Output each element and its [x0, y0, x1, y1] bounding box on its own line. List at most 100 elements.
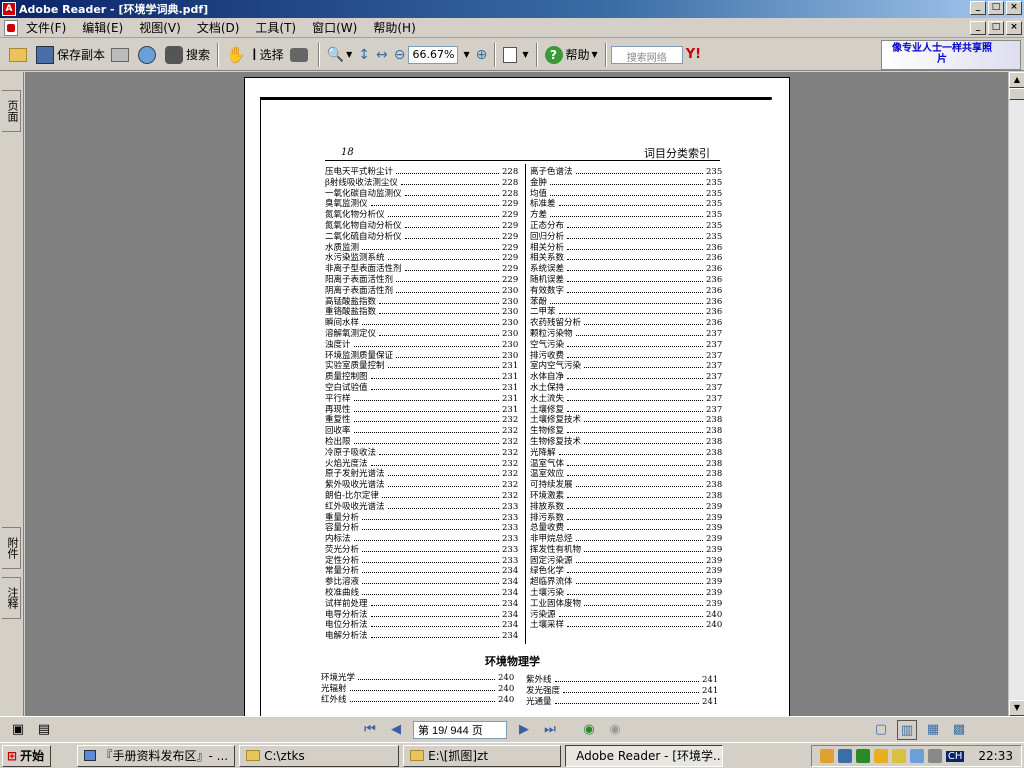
help-button[interactable]: ? 帮助 ▼	[542, 42, 601, 68]
snapshot-button[interactable]	[287, 42, 314, 68]
doc-minimize-button[interactable]: _	[970, 21, 986, 35]
leader-dots	[558, 200, 703, 207]
status-bar: ▣ ▤ ⏮ ◀ ▶ ⏭ ◉ ◉ ▢ ▥ ▦ ▩	[0, 716, 1024, 742]
leader-dots	[567, 373, 703, 380]
print-button[interactable]	[108, 42, 135, 68]
go-forward-button[interactable]: ◉	[605, 720, 625, 740]
tab-attachments[interactable]: 附件	[2, 527, 21, 569]
title-bar: A Adobe Reader - [环境学词典.pdf] _ □ ×	[0, 0, 1024, 18]
document-menu-icon[interactable]	[4, 19, 18, 36]
index-entry: 容量分析 233	[325, 523, 518, 534]
fit-width-button[interactable]: ↔	[373, 42, 391, 68]
maximize-button[interactable]: □	[988, 1, 1004, 15]
first-page-button[interactable]: ⏮	[360, 720, 380, 740]
leader-dots	[584, 416, 703, 423]
toolbar-separator	[535, 42, 538, 67]
index-page: 239	[706, 577, 723, 588]
fit-width-icon: ↔	[376, 46, 388, 63]
menu-tools[interactable]: 工具(T)	[247, 19, 304, 36]
menu-view[interactable]: 视图(V)	[131, 19, 189, 36]
minimize-button[interactable]: _	[970, 1, 986, 15]
zoom-in-tool-button[interactable]: 🔍 ▼	[324, 42, 356, 68]
leader-dots	[349, 685, 495, 691]
single-page-view-button[interactable]: ▢	[871, 720, 891, 740]
task-button-ie[interactable]: 『手册资料发布区』- ...	[77, 744, 236, 767]
index-entry: 发光强度 241	[526, 686, 718, 697]
zoom-dropdown-button[interactable]: ▼	[458, 42, 472, 68]
index-term: 相关系数	[530, 253, 565, 264]
save-copy-button[interactable]: 保存副本	[33, 42, 108, 68]
index-entry: 定性分析 233	[325, 556, 518, 567]
open-button[interactable]	[6, 42, 33, 68]
menu-window[interactable]: 窗口(W)	[304, 19, 365, 36]
task-button-ztks[interactable]: C:\ztks	[239, 744, 400, 767]
leader-dots	[387, 503, 499, 509]
tray-network-icon[interactable]	[855, 749, 870, 763]
continuous-facing-view-button[interactable]: ▩	[949, 720, 969, 740]
menu-file[interactable]: 文件(F)	[18, 19, 74, 36]
previous-page-button[interactable]: ◀	[386, 720, 406, 740]
tray-volume-icon[interactable]	[927, 749, 942, 763]
document-view[interactable]: 18 词目分类索引 压电天平式粉尘计 228 β射线吸收法测尘仪 228 一氧化碳自动监…	[25, 72, 1008, 716]
email-button[interactable]	[135, 42, 162, 68]
page-size-icon[interactable]: ▤	[34, 720, 54, 740]
index-term: 系统误差	[530, 264, 565, 275]
index-page: 236	[706, 307, 723, 318]
task-button-adobe-reader[interactable]: Adobe Reader - [环境学...	[565, 744, 724, 767]
index-entry: 重复性 232	[325, 415, 518, 426]
ad-banner[interactable]: 像专业人士一样共享照片	[881, 40, 1021, 70]
close-button[interactable]: ×	[1006, 1, 1022, 15]
tray-ime-icon[interactable]	[891, 749, 906, 763]
page-number-field[interactable]	[413, 720, 507, 739]
zoom-out-button[interactable]: ⊖	[391, 42, 409, 68]
doc-restore-button[interactable]: □	[988, 21, 1004, 35]
tray-app-icon[interactable]	[819, 749, 834, 763]
index-entry: 电位分析法 234	[325, 620, 518, 631]
index-page: 236	[706, 318, 723, 329]
index-entry: 二甲苯 236	[530, 307, 722, 318]
tray-keyboard-icon[interactable]	[909, 749, 924, 763]
tray-antivirus-icon[interactable]	[873, 749, 888, 763]
last-page-button[interactable]: ⏭	[540, 720, 560, 740]
task-button-zt[interactable]: E:\[抓图]zt	[403, 744, 562, 767]
facing-view-button[interactable]: ▦	[923, 720, 943, 740]
menu-edit[interactable]: 编辑(E)	[74, 19, 131, 36]
index-page: 233	[502, 534, 519, 545]
hand-tool-button[interactable]: ✋	[223, 42, 249, 68]
rotate-view-button[interactable]: ▼	[500, 42, 531, 68]
index-page: 237	[706, 350, 723, 361]
next-page-button[interactable]: ▶	[514, 720, 534, 740]
index-term: 温室气体	[530, 458, 565, 469]
zoom-input[interactable]	[408, 45, 459, 64]
index-term: 土壤污染	[530, 588, 565, 599]
continuous-view-button[interactable]: ▥	[897, 719, 917, 740]
go-back-button[interactable]: ◉	[579, 720, 599, 740]
scroll-thumb[interactable]	[1009, 88, 1024, 100]
index-entry: 紫外吸收光谱法 232	[325, 480, 518, 491]
index-page: 230	[502, 296, 519, 307]
index-page: 241	[702, 696, 719, 707]
menu-help[interactable]: 帮助(H)	[365, 19, 423, 36]
zoom-in-button[interactable]: ⊕	[473, 42, 491, 68]
yahoo-search-button[interactable]: Y!	[683, 42, 704, 68]
chevron-down-icon: ▼	[522, 50, 529, 59]
menu-document[interactable]: 文档(D)	[189, 19, 248, 36]
doc-close-button[interactable]: ×	[1006, 21, 1022, 35]
scroll-down-arrow-icon[interactable]: ▼	[1009, 700, 1024, 716]
scroll-up-arrow-icon[interactable]: ▲	[1009, 72, 1024, 88]
vertical-scrollbar[interactable]: ▲ ▼	[1008, 72, 1024, 716]
binoculars-icon	[165, 45, 184, 64]
index-page: 234	[502, 588, 519, 599]
screen-icon[interactable]: ▣	[8, 720, 28, 740]
select-tool-button[interactable]: Ⅰ 选择	[249, 42, 287, 68]
start-button[interactable]: ⊞ 开始	[2, 744, 52, 767]
language-indicator[interactable]: CH	[945, 750, 965, 762]
index-page: 233	[502, 523, 519, 534]
search-button[interactable]: 搜索	[162, 42, 213, 68]
leader-dots	[362, 244, 499, 250]
fit-height-button[interactable]: ↕	[355, 42, 373, 68]
tab-pages[interactable]: 页面	[2, 90, 21, 132]
tab-comments[interactable]: 注释	[2, 577, 21, 619]
tray-shield-icon[interactable]	[837, 749, 852, 763]
web-search-input[interactable]: 搜索网络	[610, 45, 683, 64]
